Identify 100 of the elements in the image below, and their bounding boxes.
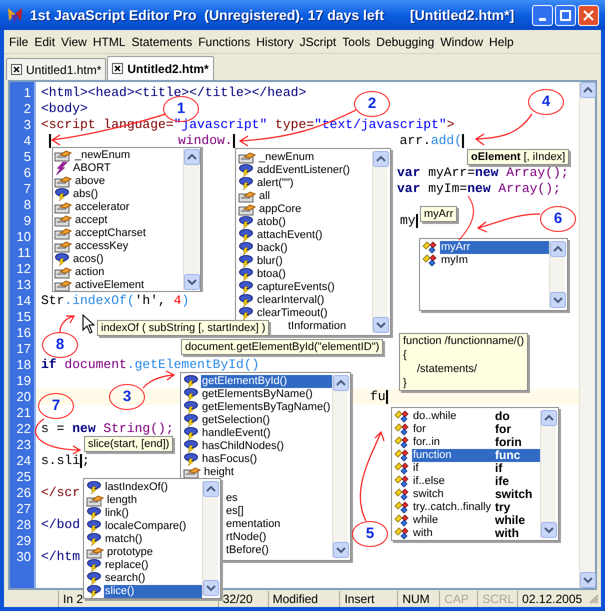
list-item[interactable]: btoa() — [256, 268, 372, 281]
list-item[interactable]: do..while do — [412, 410, 540, 423]
list-item[interactable]: accept — [74, 214, 183, 227]
list-item[interactable]: ementation — [226, 518, 280, 531]
list-item[interactable]: appCore — [258, 203, 372, 216]
menu-item[interactable]: History — [253, 32, 297, 50]
scroll-up-icon[interactable] — [333, 375, 349, 391]
tab[interactable]: Untitled2.htm* — [107, 56, 214, 80]
scroll-up-icon[interactable] — [580, 82, 596, 98]
minimize-button[interactable] — [532, 4, 553, 26]
scroll-down-icon[interactable] — [580, 572, 596, 588]
list-item[interactable]: back() — [256, 242, 372, 255]
list-item[interactable]: getSelection() — [201, 414, 332, 427]
editor-scrollbar[interactable] — [579, 82, 595, 588]
list-item[interactable]: tInformation — [288, 320, 346, 333]
list-item[interactable]: search() — [104, 572, 202, 585]
list-item[interactable]: above — [74, 175, 183, 188]
scroll-down-icon[interactable] — [333, 542, 349, 558]
scroll-down-icon[interactable] — [184, 274, 200, 290]
scroll-up-icon[interactable] — [203, 481, 219, 497]
list-item[interactable]: match() — [104, 533, 202, 546]
list-item[interactable]: try..catch..finally try — [412, 501, 540, 514]
list-scrollbar[interactable] — [332, 375, 348, 558]
list-item[interactable]: height — [203, 466, 332, 479]
list-item[interactable]: clearInterval() — [256, 294, 372, 307]
list-item[interactable]: with with — [412, 527, 540, 540]
list-item[interactable]: abs() — [72, 188, 183, 201]
close-icon[interactable] — [11, 64, 22, 75]
list-item[interactable]: captureEvents() — [256, 281, 372, 294]
list-item[interactable]: hasFocus() — [201, 453, 332, 466]
list-item[interactable]: handleEvent() — [201, 427, 332, 440]
list-item[interactable]: clearTimeout() — [256, 307, 372, 320]
menu-item[interactable]: Functions — [195, 32, 254, 50]
list-scrollbar[interactable] — [183, 149, 199, 290]
close-icon[interactable] — [112, 63, 124, 74]
list-item[interactable]: tBefore() — [226, 544, 269, 557]
tab[interactable]: Untitled1.htm* — [6, 58, 106, 80]
list-item[interactable]: getElementsByName() — [201, 388, 332, 401]
list-item[interactable]: if if — [412, 462, 540, 475]
list-item[interactable]: link() — [104, 507, 202, 520]
menu-item[interactable]: Window — [437, 32, 486, 50]
menu-item[interactable]: HTML — [90, 32, 128, 50]
list-item[interactable]: ABORT — [72, 162, 183, 175]
list-item[interactable]: switch switch — [412, 488, 540, 501]
close-button[interactable] — [578, 4, 599, 26]
menu-item[interactable]: View — [58, 32, 90, 50]
list-item[interactable]: es — [226, 492, 238, 505]
menu-item[interactable]: Edit — [31, 32, 58, 50]
resize-grip-icon[interactable] — [589, 594, 599, 604]
scroll-down-icon[interactable] — [373, 317, 389, 333]
list-item[interactable]: accessKey — [74, 240, 183, 253]
scroll-up-icon[interactable] — [541, 410, 557, 426]
list-item[interactable]: length — [106, 494, 202, 507]
list-item[interactable]: localeCompare() — [104, 520, 202, 533]
list-item[interactable]: rtNode() — [226, 531, 266, 544]
list-item[interactable]: myIm — [440, 254, 549, 267]
list-item[interactable]: replace() — [104, 559, 202, 572]
list-item[interactable]: getElementsByTagName() — [201, 401, 332, 414]
list-item[interactable]: slice() — [104, 585, 202, 598]
list-scrollbar[interactable] — [372, 151, 388, 333]
list-item[interactable]: es[] — [226, 505, 244, 518]
list-scrollbar[interactable] — [549, 241, 565, 308]
list-item[interactable]: alert("") — [256, 177, 372, 190]
menu-item[interactable]: JScript — [296, 32, 340, 50]
list-item[interactable]: if..else ife — [412, 475, 540, 488]
list-item[interactable]: atob() — [256, 216, 372, 229]
list-item[interactable]: action — [74, 266, 183, 279]
list-item[interactable]: hasChildNodes() — [201, 440, 332, 453]
list-item[interactable]: _newEnum — [258, 151, 372, 164]
scroll-up-icon[interactable] — [373, 151, 389, 167]
menu-item[interactable]: Statements — [128, 32, 196, 50]
list-item[interactable]: acos() — [72, 253, 183, 266]
list-item[interactable]: while while — [412, 514, 540, 527]
scroll-down-icon[interactable] — [203, 580, 219, 596]
scroll-up-icon[interactable] — [550, 241, 566, 257]
list-item[interactable]: acceptCharset — [74, 227, 183, 240]
list-item[interactable]: all — [258, 190, 372, 203]
list-item[interactable]: prototype — [106, 546, 202, 559]
list-item[interactable]: attachEvent() — [256, 229, 372, 242]
list-item[interactable]: getElementById() — [201, 375, 332, 388]
list-scrollbar[interactable] — [202, 481, 218, 596]
list-item[interactable]: addEventListener() — [256, 164, 372, 177]
list-scrollbar[interactable] — [540, 410, 556, 538]
list-item[interactable]: activeElement — [74, 279, 183, 292]
menu-item[interactable]: Debugging — [373, 32, 438, 50]
list-item[interactable]: blur() — [256, 255, 372, 268]
menu-item[interactable]: File — [6, 32, 32, 50]
scroll-up-icon[interactable] — [184, 149, 200, 165]
list-item[interactable]: function func — [412, 449, 540, 462]
list-item[interactable]: _newEnum — [74, 149, 183, 162]
scroll-down-icon[interactable] — [541, 522, 557, 538]
list-item[interactable]: accelerator — [74, 201, 183, 214]
list-item[interactable]: for..in forin — [412, 436, 540, 449]
list-item[interactable]: lastIndexOf() — [104, 481, 202, 494]
scroll-down-icon[interactable] — [550, 292, 566, 308]
menu-item[interactable]: Help — [486, 32, 517, 50]
maximize-button[interactable] — [555, 4, 576, 26]
list-item[interactable]: myArr — [440, 241, 549, 254]
menu-item[interactable]: Tools — [339, 32, 374, 50]
list-item[interactable]: for for — [412, 423, 540, 436]
